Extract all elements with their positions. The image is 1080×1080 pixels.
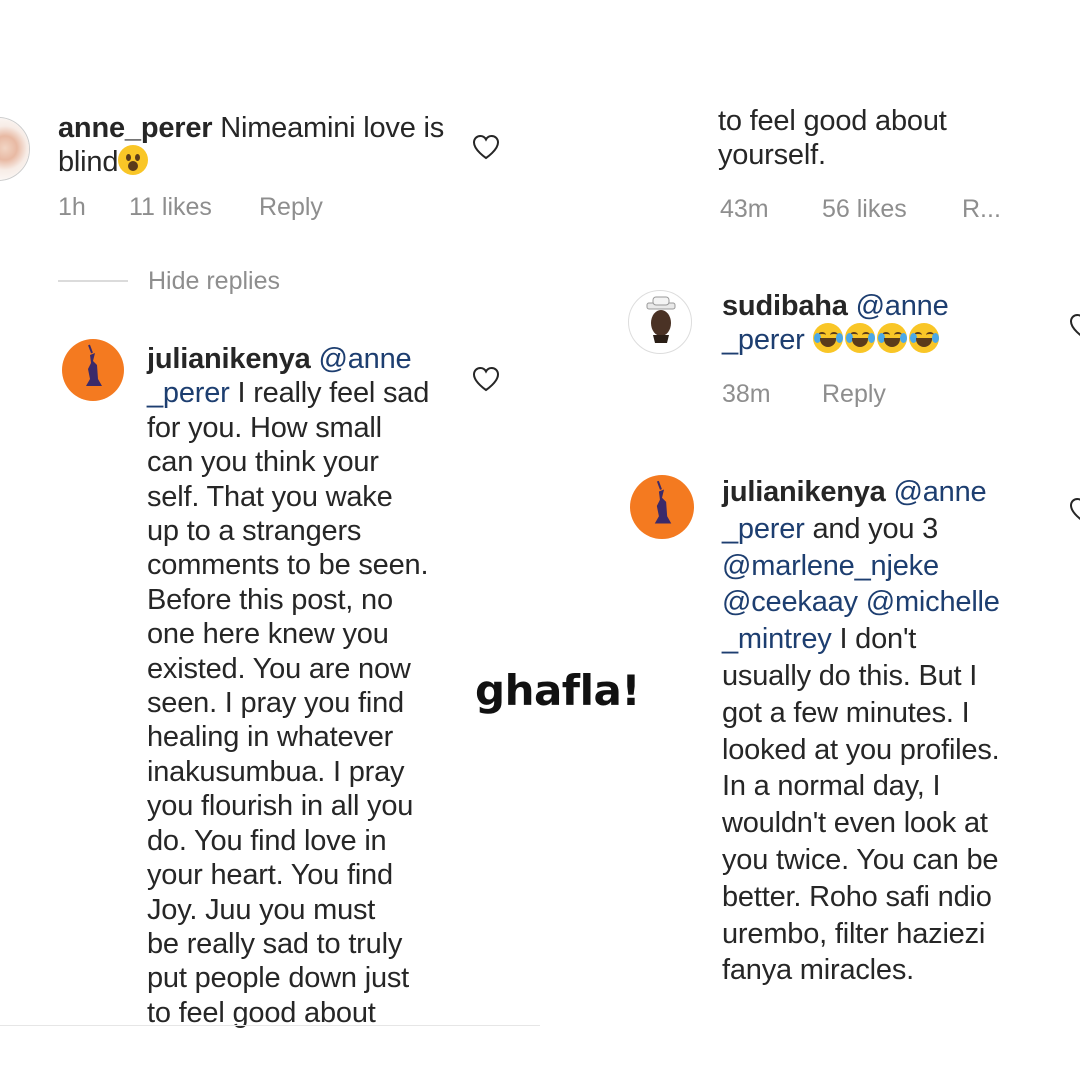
mention-michelle-mintrey[interactable]: @michelle [866, 586, 1000, 618]
reply-text: I don't [831, 623, 917, 656]
laughing-tears-emoji [812, 323, 843, 354]
reply-line-12: you flourish in all you [147, 790, 414, 823]
comment-anne-perer: anne_perer Nimeamini love is blind [58, 111, 458, 180]
astonished-face-emoji [118, 145, 149, 176]
reply-username[interactable]: julianikenya [147, 343, 311, 375]
reply-line-8: existed. You are now [147, 652, 411, 685]
avatar-julianikenya[interactable] [62, 339, 124, 401]
reply-line-7: urembo, filter haziezi [722, 917, 986, 950]
reply-line-8: fanya miracles. [722, 954, 915, 987]
reply-username[interactable]: sudibaha [722, 290, 848, 322]
reply-line-16: be really sad to truly [147, 927, 403, 960]
mention-anne-perer-cont[interactable]: _perer [722, 324, 805, 356]
reply-text: and you 3 [804, 512, 939, 545]
reply-time: 43m [720, 195, 769, 223]
heart-icon[interactable] [471, 133, 501, 161]
laughing-tears-emoji [908, 323, 939, 354]
mention-anne-perer[interactable]: @anne [893, 476, 986, 508]
avatar-julianikenya[interactable] [630, 475, 694, 539]
reply-line-0: I really feel sad [229, 377, 430, 410]
reply-username[interactable]: julianikenya [722, 476, 886, 508]
reply-line-18: to feel good about [147, 996, 376, 1029]
reply-line-6: better. Roho safi ndio [722, 880, 992, 913]
mention-anne-perer[interactable]: @anne [856, 290, 949, 322]
comment-time: 1h [58, 193, 86, 221]
bottom-divider [0, 1025, 540, 1026]
mention-michelle-mintrey-cont[interactable]: _mintrey [722, 623, 832, 655]
heart-icon[interactable] [471, 365, 501, 393]
comment-text-line2: blind [58, 146, 119, 179]
laughing-tears-emoji [876, 323, 907, 354]
reply-sudibaha: sudibaha @anne _perer [722, 289, 1052, 358]
avatar-sudibaha[interactable] [628, 290, 692, 354]
reply-line-4: wouldn't even look at [722, 807, 988, 840]
reply-line-13: do. You find love in [147, 824, 387, 857]
continued-line-0: to feel good about [718, 105, 947, 137]
reply-line-5: you twice. You can be [722, 843, 999, 876]
reply-line-7: one here knew you [147, 618, 389, 651]
reply-line-17: put people down just [147, 962, 410, 995]
ghafla-logo: ghafla! [475, 666, 640, 715]
reply-time: 38m [722, 380, 771, 408]
mention-ceekaay[interactable]: @ceekaay [722, 586, 858, 618]
hide-replies-line [58, 280, 128, 282]
comment-text: Nimeamini love is [220, 112, 445, 144]
reply-likes[interactable]: 56 likes [822, 195, 907, 224]
reply-line-2: can you think your [147, 446, 379, 479]
reply-continued: to feel good about yourself. [718, 104, 1048, 173]
reply-button[interactable]: Reply [259, 193, 323, 222]
reply-line-11: inakusumbua. I pray [147, 755, 405, 788]
mention-marlene-njeke[interactable]: @marlene_njeke [722, 550, 939, 582]
hide-replies-button[interactable]: Hide replies [148, 267, 280, 296]
reply-line-6: Before this post, no [147, 583, 393, 616]
mention-anne-perer[interactable]: @anne [318, 343, 411, 375]
comment-username[interactable]: anne_perer [58, 112, 213, 144]
mention-anne-perer-cont[interactable]: _perer [147, 377, 230, 409]
reply-line-14: your heart. You find [147, 859, 393, 892]
reply-line-2: looked at you profiles. [722, 733, 1000, 766]
reply-julianikenya-2: julianikenya @anne _perer and you 3 @mar… [722, 474, 1062, 989]
reply-julianikenya: julianikenya @anne _perer I really feel … [147, 342, 467, 1030]
reply-button[interactable]: Reply [822, 380, 886, 409]
reply-line-10: healing in whatever [147, 721, 394, 754]
reply-line-9: seen. I pray you find [147, 687, 404, 720]
reply-line-1: for you. How small [147, 411, 382, 444]
reply-line-4: up to a strangers [147, 515, 362, 548]
heart-icon[interactable] [1068, 312, 1080, 340]
reply-line-3: In a normal day, I [722, 770, 941, 803]
reply-line-5: comments to be seen. [147, 549, 429, 582]
reply-line-1: got a few minutes. I [722, 696, 970, 729]
reply-line-0: usually do this. But I [722, 659, 978, 692]
comment-likes[interactable]: 11 likes [129, 193, 212, 222]
reply-line-3: self. That you wake [147, 480, 393, 513]
avatar-anne-perer[interactable] [0, 117, 30, 181]
mention-anne-perer-cont[interactable]: _perer [722, 513, 805, 545]
laughing-tears-emoji [844, 323, 875, 354]
continued-line-1: yourself. [718, 139, 826, 172]
reply-button[interactable]: R... [962, 195, 1001, 224]
heart-icon[interactable] [1068, 496, 1080, 524]
reply-line-15: Joy. Juu you must [147, 893, 376, 926]
